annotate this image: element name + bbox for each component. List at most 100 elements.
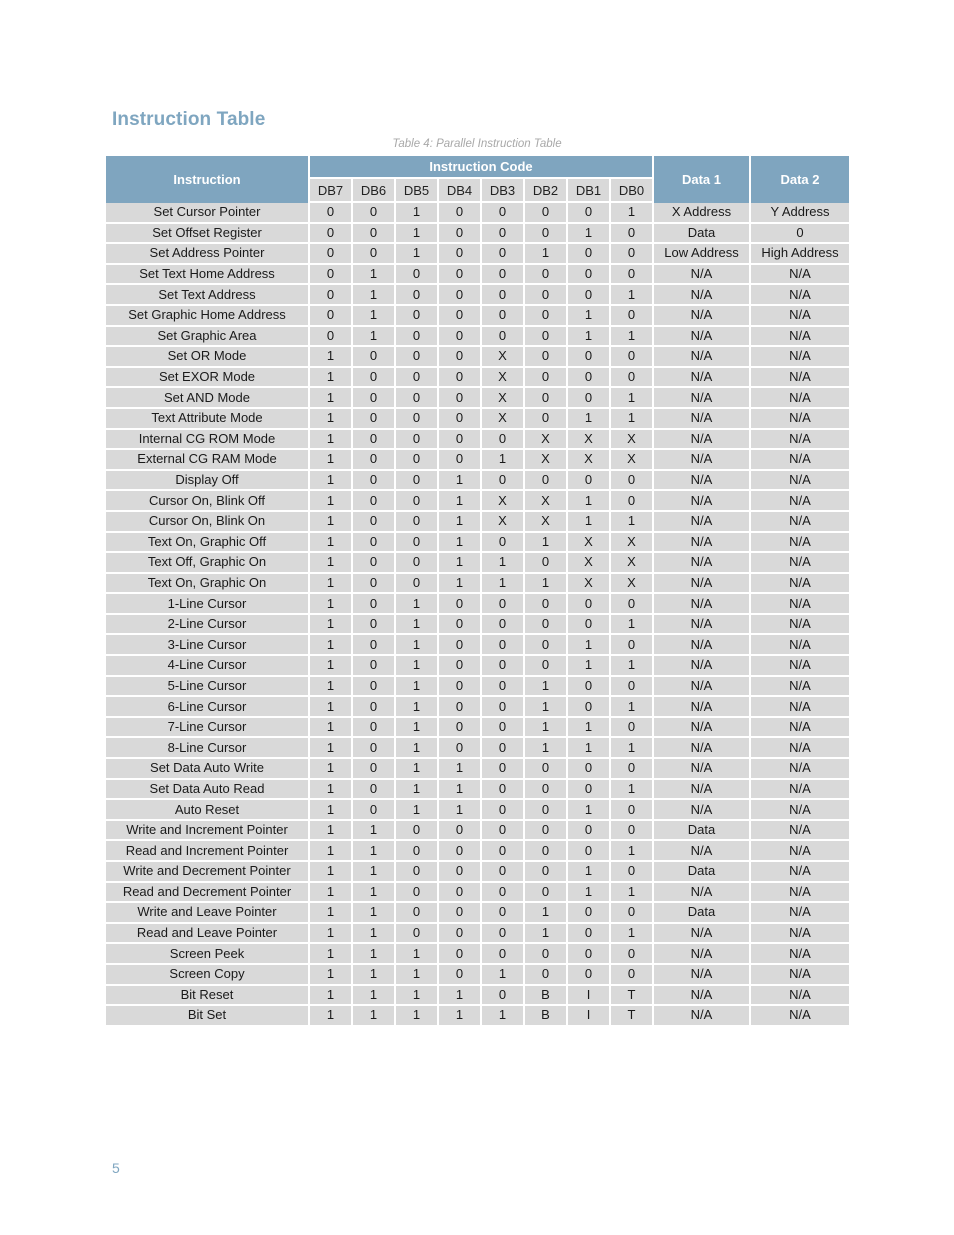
bit-cell-db1: X [568,450,609,471]
data2-cell: N/A [751,429,849,451]
bit-cell-db4: 0 [439,656,480,677]
bit-cell-db2: 0 [525,264,566,286]
table-row: External CG RAM Mode 1 0 0 0 1 X X X N/A N/A [106,450,849,471]
bit-cell-db4: 1 [439,532,480,554]
bit-cell-db5: 1 [396,697,437,718]
bit-cell-db4: 0 [439,882,480,904]
bit-cell-db5: 0 [396,367,437,389]
bit-cell-db4: 0 [439,429,480,451]
data2-cell: N/A [751,264,849,286]
bit-cell-db5: 1 [396,944,437,965]
header-bit-db2: DB2 [525,179,566,203]
bit-cell-db1: 0 [568,697,609,718]
header-bit-db0: DB0 [611,179,652,203]
instruction-name-cell: 4-Line Cursor [106,656,308,677]
bit-cell-db1: X [568,429,609,451]
bit-cell-db6: 0 [353,614,394,636]
bit-cell-db4: 1 [439,1006,480,1027]
header-row-top: Instruction Instruction Code Data 1 Data… [106,156,849,203]
bit-cell-db0: 0 [611,717,652,739]
data1-cell: N/A [654,882,749,904]
bit-cell-db3: 0 [482,882,523,904]
data1-cell: N/A [654,614,749,636]
table-row: Bit Set 1 1 1 1 1 B I T N/A N/A [106,1006,849,1027]
bit-cell-db4: 0 [439,923,480,945]
bit-cell-db0: 1 [611,511,652,533]
table-row: Bit Reset 1 1 1 1 0 B I T N/A N/A [106,985,849,1007]
table-row: Screen Copy 1 1 1 0 1 0 0 0 N/A N/A [106,964,849,986]
bit-cell-db2: X [525,491,566,512]
bit-cell-db6: 1 [353,923,394,945]
table-row: Cursor On, Blink Off 1 0 0 1 X X 1 0 N/A N/A [106,491,849,512]
bit-cell-db3: 0 [482,264,523,286]
bit-cell-db6: 1 [353,964,394,986]
table-row: 3-Line Cursor 1 0 1 0 0 0 1 0 N/A N/A [106,635,849,657]
instruction-name-cell: Read and Leave Pointer [106,923,308,945]
bit-cell-db3: 0 [482,326,523,348]
bit-cell-db2: 0 [525,203,566,224]
data1-cell: N/A [654,635,749,657]
bit-cell-db7: 1 [310,388,351,409]
bit-cell-db7: 1 [310,429,351,451]
bit-cell-db1: 0 [568,203,609,224]
data2-cell: N/A [751,347,849,368]
bit-cell-db2: 0 [525,656,566,677]
bit-cell-db0: X [611,573,652,595]
bit-cell-db1: 1 [568,717,609,739]
data1-cell: N/A [654,573,749,595]
data1-cell: N/A [654,264,749,286]
instruction-name-cell: Cursor On, Blink Off [106,491,308,512]
table-row: Read and Increment Pointer 1 1 0 0 0 0 0 1 N/A N/A [106,841,849,862]
bit-cell-db5: 0 [396,388,437,409]
bit-cell-db0: 1 [611,388,652,409]
instruction-name-cell: Set Text Address [106,285,308,306]
table-row: Set Cursor Pointer 0 0 1 0 0 0 0 1 X Address Y Add… [106,203,849,224]
table-row: Display Off 1 0 0 1 0 0 0 0 N/A N/A [106,470,849,492]
header-data1: Data 1 [654,156,749,203]
bit-cell-db0: 0 [611,244,652,265]
bit-cell-db7: 1 [310,779,351,801]
bit-cell-db7: 1 [310,367,351,389]
bit-cell-db5: 1 [396,964,437,986]
bit-cell-db5: 0 [396,347,437,368]
data2-cell: N/A [751,305,849,327]
section-heading: Instruction Table [112,109,266,130]
instruction-name-cell: Display Off [106,470,308,492]
bit-cell-db1: 1 [568,656,609,677]
table-row: Text On, Graphic Off 1 0 0 1 0 1 X X N/A N/A [106,532,849,554]
bit-cell-db3: 0 [482,532,523,554]
bit-cell-db6: 0 [353,676,394,698]
bit-cell-db2: 0 [525,862,566,883]
bit-cell-db4: 1 [439,491,480,512]
bit-cell-db1: 1 [568,408,609,430]
data1-cell: X Address [654,203,749,224]
data1-cell: N/A [654,800,749,821]
data2-cell: N/A [751,656,849,677]
bit-cell-db3: 0 [482,594,523,615]
data1-cell: N/A [654,697,749,718]
instruction-name-cell: Set EXOR Mode [106,367,308,389]
table-row: Set Address Pointer 0 0 1 0 0 1 0 0 Low Address Hi… [106,244,849,265]
bit-cell-db7: 1 [310,491,351,512]
bit-cell-db7: 1 [310,1006,351,1027]
bit-cell-db1: 0 [568,594,609,615]
data1-cell: Data [654,820,749,842]
bit-cell-db3: 1 [482,1006,523,1027]
instruction-name-cell: Read and Increment Pointer [106,841,308,862]
bit-cell-db6: 0 [353,470,394,492]
data2-cell: N/A [751,450,849,471]
bit-cell-db1: 1 [568,223,609,245]
bit-cell-db0: 0 [611,470,652,492]
bit-cell-db5: 1 [396,800,437,821]
bit-cell-db7: 1 [310,923,351,945]
bit-cell-db5: 0 [396,285,437,306]
data1-cell: N/A [654,1006,749,1027]
bit-cell-db6: 0 [353,656,394,677]
bit-cell-db4: 0 [439,903,480,924]
table-row: Text Off, Graphic On 1 0 0 1 1 0 X X N/A N/A [106,553,849,574]
instruction-name-cell: Set Cursor Pointer [106,203,308,224]
bit-cell-db6: 0 [353,511,394,533]
data2-cell: N/A [751,923,849,945]
data2-cell: N/A [751,408,849,430]
bit-cell-db2: 1 [525,244,566,265]
